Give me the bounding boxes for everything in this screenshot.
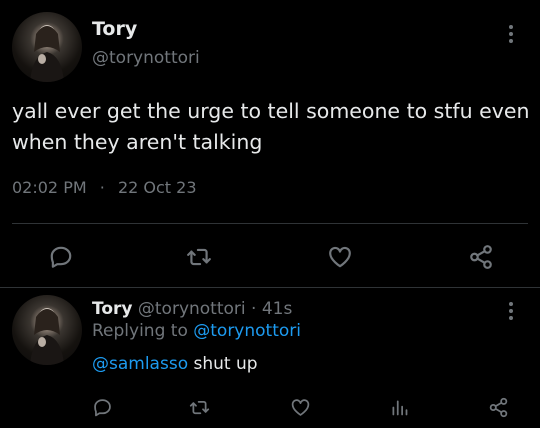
replying-to-label: Replying to (92, 321, 188, 341)
reply-separator: · (251, 299, 257, 319)
reply-icon[interactable] (89, 394, 115, 420)
reply-display-name[interactable]: Tory (92, 299, 132, 319)
reply-body: shut up (193, 354, 258, 374)
share-icon[interactable] (466, 242, 496, 272)
tweet-date: 22 Oct 23 (117, 178, 197, 197)
tweet-separator: · (99, 178, 105, 197)
reply-avatar[interactable] (12, 295, 82, 365)
divider (12, 223, 528, 224)
tweet-time: 02:02 PM (12, 178, 87, 197)
avatar[interactable] (12, 12, 82, 82)
reply-more-icon[interactable] (509, 299, 513, 323)
reply-handle[interactable]: @torynottori (138, 299, 246, 319)
display-name[interactable]: Tory (92, 18, 137, 40)
reply-header: Tory @torynottori · 41s (92, 299, 292, 319)
analytics-icon[interactable] (386, 394, 412, 420)
replying-to: Replying to @torynottori (92, 321, 301, 341)
tweet-timestamp: 02:02 PM · 22 Oct 23 (12, 178, 197, 197)
share-icon[interactable] (485, 394, 511, 420)
divider (0, 287, 540, 288)
reply-age[interactable]: 41s (262, 299, 293, 319)
retweet-icon[interactable] (186, 394, 212, 420)
reply-mention[interactable]: @samlasso (92, 354, 188, 374)
reply-text: @samlasso shut up (92, 354, 258, 374)
heart-icon[interactable] (325, 242, 355, 272)
retweet-icon[interactable] (184, 242, 214, 272)
heart-icon[interactable] (287, 394, 313, 420)
handle[interactable]: @torynottori (92, 48, 200, 68)
tweet-text: yall ever get the urge to tell someone t… (12, 99, 530, 154)
replying-to-handle[interactable]: @torynottori (193, 321, 301, 341)
more-icon[interactable] (509, 22, 513, 46)
reply-icon[interactable] (46, 242, 76, 272)
